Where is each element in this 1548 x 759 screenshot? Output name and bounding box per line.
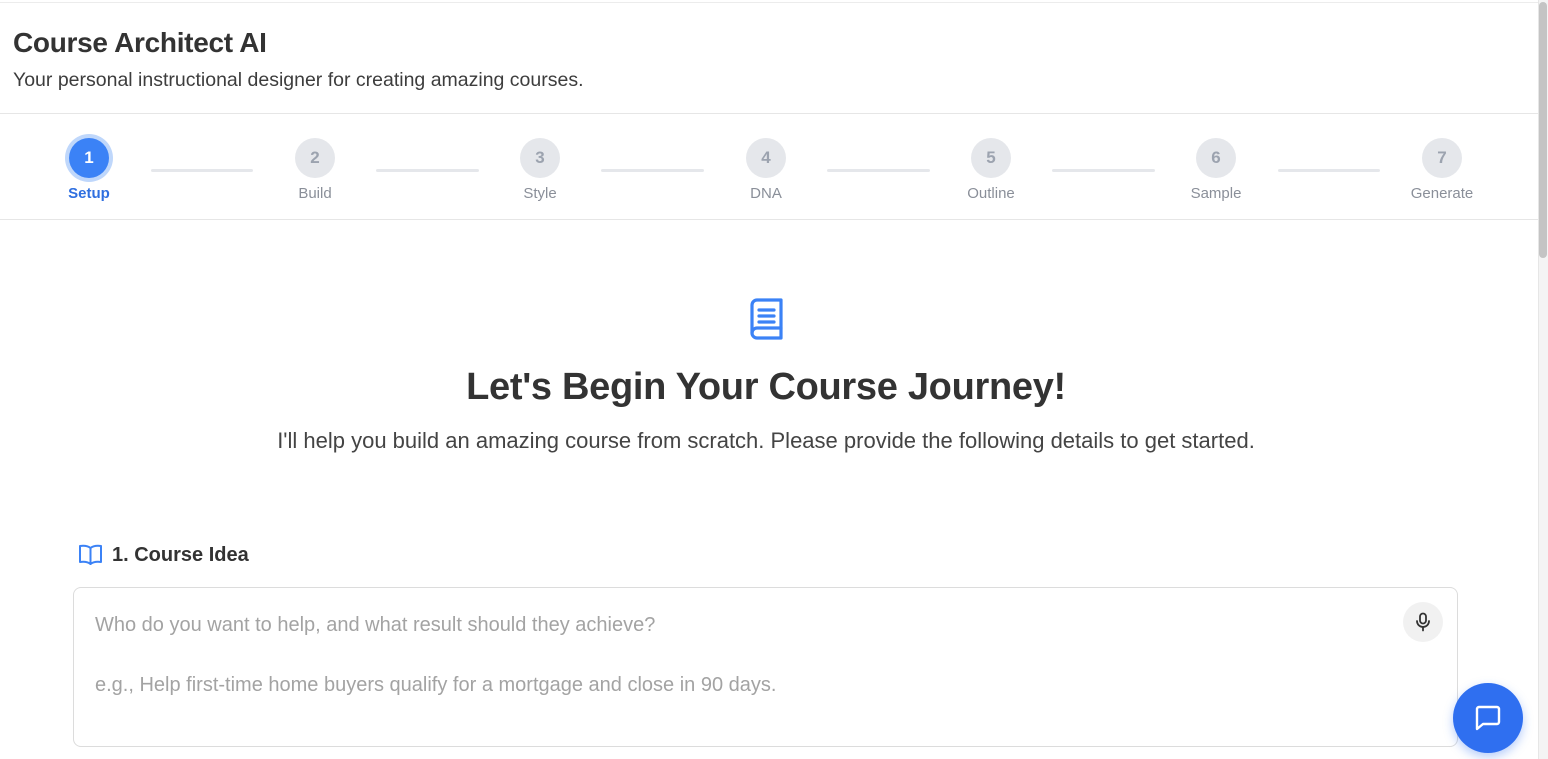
step-style[interactable]: 3 Style bbox=[480, 138, 600, 202]
step-label: Setup bbox=[68, 185, 110, 202]
open-book-icon bbox=[79, 544, 102, 565]
step-label: Sample bbox=[1190, 185, 1242, 202]
course-idea-box bbox=[73, 587, 1458, 747]
step-number: 4 bbox=[746, 138, 786, 178]
step-number: 3 bbox=[520, 138, 560, 178]
scrollbar-thumb[interactable] bbox=[1539, 2, 1547, 258]
step-generate[interactable]: 7 Generate bbox=[1382, 138, 1502, 202]
step-connector bbox=[151, 169, 253, 172]
app-title: Course Architect AI bbox=[13, 27, 267, 58]
microphone-icon bbox=[1416, 612, 1430, 632]
hero-title: Let's Begin Your Course Journey! bbox=[466, 366, 1066, 408]
step-label: Build bbox=[298, 185, 332, 202]
step-label: Style bbox=[523, 185, 557, 202]
step-connector bbox=[1278, 169, 1380, 172]
step-dna[interactable]: 4 DNA bbox=[706, 138, 826, 202]
step-number: 7 bbox=[1422, 138, 1462, 178]
step-setup[interactable]: 1 Setup bbox=[29, 138, 149, 202]
chat-icon bbox=[1475, 705, 1501, 731]
step-number: 1 bbox=[69, 138, 109, 178]
step-connector bbox=[601, 169, 704, 172]
page-scrollbar[interactable] bbox=[1538, 0, 1548, 759]
progress-stepper: 1 Setup 2 Build 3 Style 4 DNA 5 Outline … bbox=[0, 114, 1538, 220]
book-icon bbox=[750, 298, 783, 340]
step-label: Generate bbox=[1410, 185, 1474, 202]
step-number: 6 bbox=[1196, 138, 1236, 178]
hero-description: I'll help you build an amazing course fr… bbox=[277, 428, 1255, 453]
step-number: 5 bbox=[971, 138, 1011, 178]
step-connector bbox=[1052, 169, 1155, 172]
step-sample[interactable]: 6 Sample bbox=[1156, 138, 1276, 202]
step-outline[interactable]: 5 Outline bbox=[931, 138, 1051, 202]
step-label: DNA bbox=[750, 185, 782, 202]
step-build[interactable]: 2 Build bbox=[255, 138, 375, 202]
voice-input-button[interactable] bbox=[1403, 602, 1443, 642]
chat-button[interactable] bbox=[1453, 683, 1523, 753]
course-idea-input[interactable] bbox=[74, 588, 1457, 746]
course-idea-label: 1. Course Idea bbox=[78, 541, 249, 569]
step-connector bbox=[376, 169, 479, 172]
app-header: Course Architect AI Your personal instru… bbox=[0, 3, 1538, 114]
step-label: Outline bbox=[967, 185, 1015, 202]
step-number: 2 bbox=[295, 138, 335, 178]
course-idea-label-text: 1. Course Idea bbox=[112, 543, 249, 566]
app-subtitle: Your personal instructional designer for… bbox=[13, 69, 584, 91]
step-connector bbox=[827, 169, 930, 172]
